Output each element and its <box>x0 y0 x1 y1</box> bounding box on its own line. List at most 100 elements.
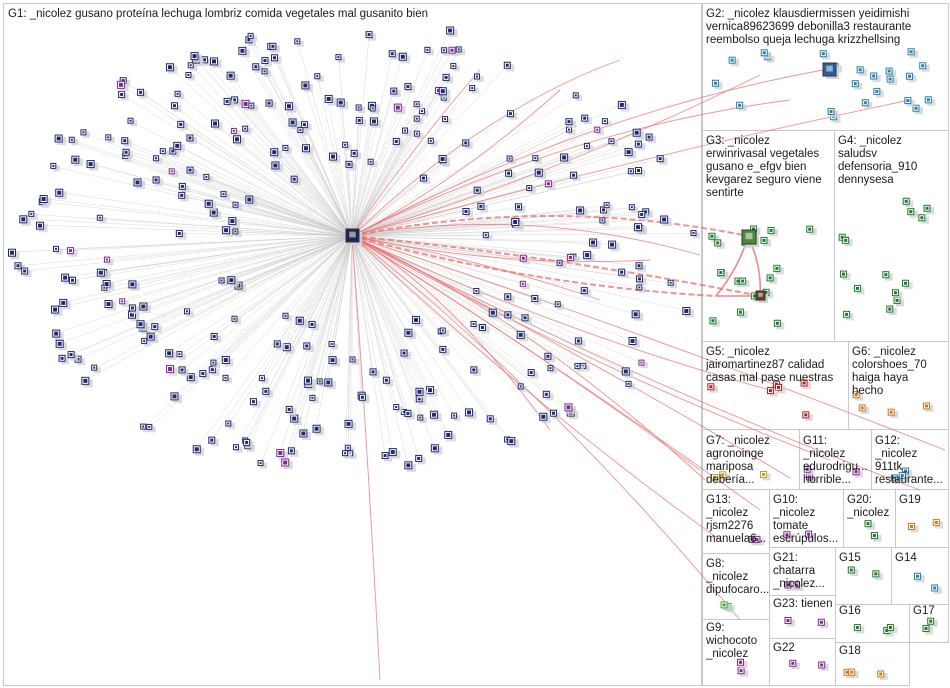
graph-node <box>477 202 488 213</box>
graph-node <box>902 279 913 290</box>
graph-node <box>539 412 551 424</box>
edge <box>351 170 639 237</box>
graph-node <box>152 176 164 186</box>
graph-node <box>565 126 576 136</box>
graph-node <box>847 566 859 577</box>
graph-node <box>667 279 678 289</box>
graph-node <box>139 302 151 313</box>
graph-node <box>80 129 90 138</box>
graph-node <box>282 312 292 322</box>
group-label-g2: G2: _nicolez klausdiermissen yeidimishi … <box>706 8 912 46</box>
graph-node <box>560 153 572 164</box>
graph-node <box>628 336 641 348</box>
edge <box>181 235 353 371</box>
graph-node <box>842 236 853 247</box>
graph-node <box>50 162 60 172</box>
graph-node <box>270 54 282 64</box>
graph-node <box>806 225 817 236</box>
graph-node <box>594 126 604 136</box>
graph-node <box>393 103 406 115</box>
graph-node <box>608 240 620 252</box>
edge-highlight <box>351 235 721 541</box>
graph-node <box>183 308 194 317</box>
graph-node <box>261 57 272 67</box>
group-label-g14: G14 <box>895 552 917 564</box>
graph-node <box>624 148 637 159</box>
graph-node <box>159 148 170 157</box>
graph-node <box>404 409 415 420</box>
graph-node <box>549 409 561 420</box>
graph-node <box>324 94 337 106</box>
graph-node <box>413 115 424 125</box>
graph-node <box>601 118 612 127</box>
graph-node <box>873 87 884 98</box>
graph-node <box>902 197 914 208</box>
graph-node <box>462 139 473 149</box>
graph-node <box>52 329 64 341</box>
edge <box>64 235 353 278</box>
graph-node <box>225 420 235 430</box>
graph-node <box>218 277 229 286</box>
graph-node <box>121 137 132 147</box>
graph-node <box>426 386 438 397</box>
graph-node <box>119 298 129 307</box>
graph-node <box>166 365 178 376</box>
graph-node <box>36 221 48 233</box>
graph-node <box>81 376 93 388</box>
graph-node <box>870 72 881 83</box>
graph-node <box>104 300 117 311</box>
graph-node <box>907 208 918 218</box>
graph-node <box>544 352 555 363</box>
graph-node <box>717 269 728 279</box>
graph-node <box>118 90 129 101</box>
graph-node <box>608 138 618 147</box>
graph-node <box>760 236 772 247</box>
group-label-g5: G5: _nicolez jairomartinez87 calidad cas… <box>706 346 834 384</box>
edge <box>179 235 353 355</box>
graph-node <box>760 49 772 59</box>
graph-node <box>355 116 367 127</box>
graph-node <box>398 52 411 64</box>
graph-node <box>411 315 424 327</box>
edge <box>168 235 353 353</box>
graph-node <box>872 570 883 580</box>
graph-node <box>923 204 935 215</box>
graph-node <box>365 31 377 41</box>
graph-node <box>469 85 479 94</box>
graph-node <box>839 270 851 281</box>
edge <box>177 94 353 237</box>
graph-node <box>636 275 647 285</box>
graph-node <box>170 392 182 403</box>
graph-node <box>177 120 188 131</box>
graph-node <box>728 56 740 67</box>
edge <box>351 235 354 360</box>
graph-node <box>186 166 198 177</box>
graph-node <box>232 444 243 453</box>
graph-node <box>773 319 785 330</box>
graph-node <box>211 119 223 131</box>
graph-node <box>186 134 197 144</box>
graph-node <box>58 354 70 365</box>
graph-node <box>931 584 942 594</box>
edge <box>172 150 353 237</box>
graph-node <box>618 268 629 279</box>
group-label-g3: G3: _nicolez erwinrivasal vegetales gusa… <box>706 135 822 199</box>
graph-node <box>856 66 868 76</box>
graph-node <box>55 339 68 351</box>
graph-node <box>203 173 213 183</box>
graph-node <box>314 73 324 82</box>
graph-node <box>913 572 925 583</box>
graph-node <box>133 178 146 189</box>
graph-node <box>542 390 554 401</box>
graph-node <box>69 276 80 287</box>
edge <box>174 105 353 237</box>
graph-node <box>638 359 648 369</box>
graph-node <box>504 293 515 303</box>
graph-node <box>645 133 657 144</box>
graph-node <box>906 72 917 83</box>
graph-node <box>232 135 245 146</box>
edge-highlight <box>351 89 561 237</box>
graph-node <box>505 169 516 180</box>
graph-node <box>309 394 319 404</box>
group-label-g22: G22 <box>773 642 795 654</box>
